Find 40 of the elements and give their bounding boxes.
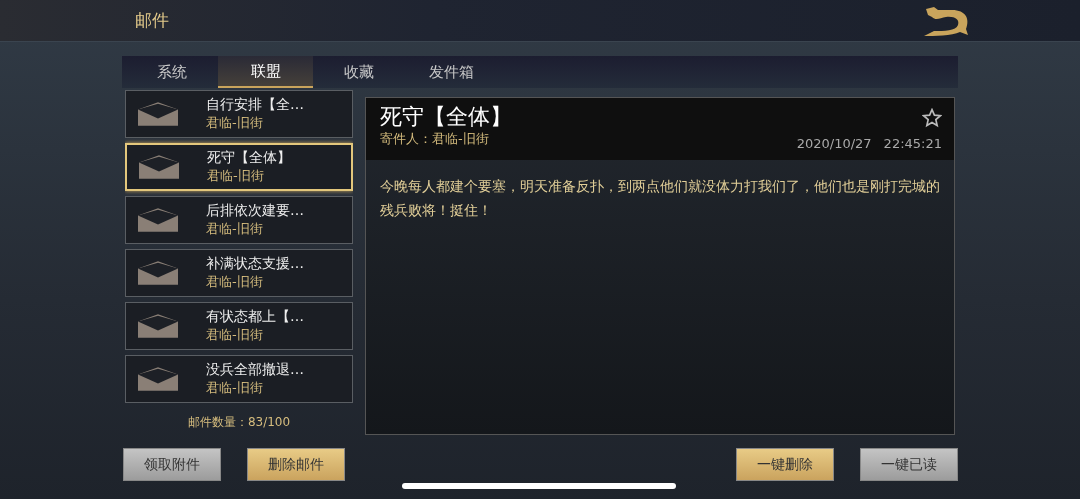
mail-item[interactable]: 死守【全体】 君临-旧街 [125,143,353,191]
action-button[interactable]: 删除邮件 [247,448,345,481]
mail-count: 邮件数量：83/100 [186,414,292,431]
mail-sender: 君临-旧街 [206,114,264,132]
envelope-icon [139,155,179,179]
envelope-icon [138,261,178,285]
mail-sender: 君临-旧街 [207,167,265,185]
star-icon[interactable] [922,108,942,128]
mail-subject: 后排依次建要… [206,202,304,220]
mail-subject: 死守【全体】 [207,149,291,167]
page-title: 邮件 [135,9,169,32]
envelope-icon [138,367,178,391]
mail-sender: 君临-旧街 [206,326,264,344]
tab[interactable]: 系统 [126,56,218,88]
mail-item[interactable]: 自行安排【全… 君临-旧街 [125,90,353,138]
envelope-icon [138,208,178,232]
mail-item[interactable]: 后排依次建要… 君临-旧街 [125,196,353,244]
mail-subject: 有状态都上【… [206,308,304,326]
tab[interactable]: 收藏 [313,56,405,88]
mail-date: 2020/10/27 [796,136,872,151]
envelope-icon [138,314,178,338]
mail-item[interactable]: 有状态都上【… 君临-旧街 [125,302,353,350]
action-button[interactable]: 领取附件 [123,448,221,481]
tab[interactable]: 联盟 [218,56,313,88]
envelope-icon [138,102,178,126]
mail-sender: 寄件人：君临-旧街 [380,130,490,148]
mail-subject: 自行安排【全… [206,96,304,114]
mail-sender: 君临-旧街 [206,379,264,397]
action-button[interactable]: 一键已读 [860,448,958,481]
mail-title: 死守【全体】 [380,104,512,130]
mail-subject: 补满状态支援… [206,255,304,273]
mail-item[interactable]: 补满状态支援… 君临-旧街 [125,249,353,297]
mail-subject: 没兵全部撤退… [206,361,304,379]
tab[interactable]: 发件箱 [405,56,497,88]
mail-time: 22:45:21 [883,136,942,151]
mail-sender: 君临-旧街 [206,273,264,291]
mail-body: 今晚每人都建个要塞，明天准备反扑，到两点他们就没体力打我们了，他们也是刚打完城的残兵败将！挺住！ [380,177,940,220]
action-button[interactable]: 一键删除 [736,448,834,481]
mail-item[interactable]: 没兵全部撤退… 君临-旧街 [125,355,353,403]
mail-sender: 君临-旧街 [206,220,264,238]
